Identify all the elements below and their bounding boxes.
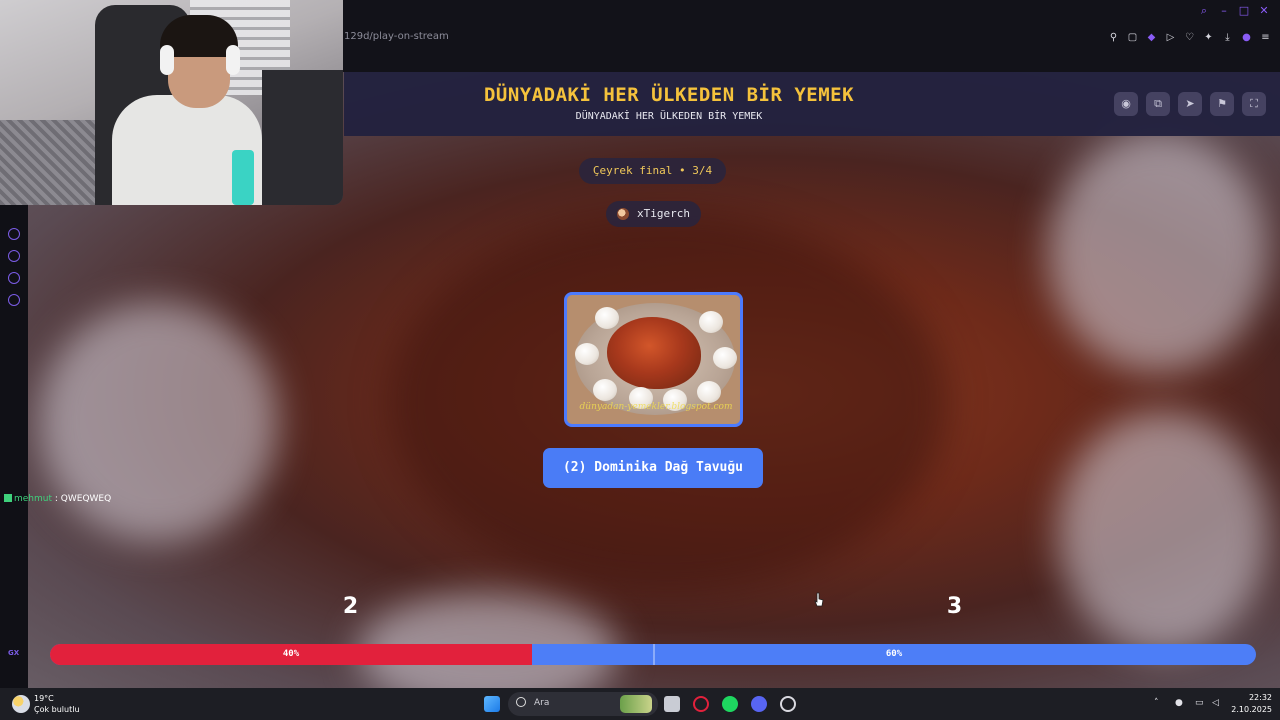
file-explorer-icon[interactable] [664, 696, 680, 712]
minimize-icon[interactable]: – [1218, 5, 1230, 17]
vote-bar-left: 40% [50, 644, 532, 665]
search-placeholder: Ara [534, 698, 550, 708]
eye-icon[interactable]: ◉ [1114, 92, 1138, 116]
close-icon[interactable]: ✕ [1258, 5, 1270, 17]
round-indicator: Çeyrek final • 3/4 [579, 158, 726, 184]
volume-icon[interactable]: ◁ [1212, 698, 1219, 708]
maximize-icon[interactable]: □ [1238, 5, 1250, 17]
history-icon[interactable] [8, 250, 20, 262]
browser-extensions: ⚲ ▢ ◆ ▷ ♡ ✦ ⤓ ● ≡ [1107, 31, 1272, 44]
headphones-icon [160, 45, 174, 75]
webcam-overlay [0, 0, 343, 205]
play-icon[interactable]: ▷ [1164, 31, 1177, 44]
rice-ball [699, 311, 723, 333]
send-icon[interactable]: ➤ [1178, 92, 1202, 116]
game-subtitle: DÜNYADAKİ HER ÜLKEDEN BİR YEMEK [575, 111, 763, 122]
microphone-icon[interactable]: ● [1175, 698, 1183, 708]
flag-icon[interactable]: ⚑ [1210, 92, 1234, 116]
settings-icon[interactable] [8, 294, 20, 306]
discord-icon[interactable] [751, 696, 767, 712]
game-title: DÜNYADAKİ HER ÜLKEDEN BİR YEMEK [483, 84, 855, 106]
vote-bar: 40% 60% [50, 644, 1256, 665]
gx-label[interactable]: GX [8, 649, 19, 657]
background-rice-blur [1058, 412, 1268, 652]
score-left: 2 [342, 594, 359, 619]
screenshot-icon[interactable]: ▢ [1126, 31, 1139, 44]
fullscreen-icon[interactable]: ⛶ [1242, 92, 1266, 116]
chat-text: QWEQWEQ [60, 494, 112, 504]
clock-date[interactable]: 2.10.2025 [1226, 705, 1272, 714]
heart-icon[interactable]: ♡ [1183, 31, 1196, 44]
background-rice-blur [1048, 132, 1268, 372]
weather-description[interactable]: Çok bulutlu [34, 705, 80, 714]
chat-separator: : [52, 494, 61, 504]
rice-ball [713, 347, 737, 369]
headphones-icon [226, 45, 240, 75]
answer-button[interactable]: (2) Dominika Dağ Tavuğu [543, 448, 763, 488]
rice-ball [575, 343, 599, 365]
search-icon [516, 697, 526, 707]
microphone [232, 150, 254, 205]
weather-temperature[interactable]: 19°C [34, 694, 54, 703]
taskbar-search[interactable]: Ara [508, 692, 658, 716]
score-right: 3 [946, 594, 963, 619]
shelf [262, 70, 343, 205]
address-bar[interactable]: 129d/play-on-stream [344, 31, 449, 42]
extensions-icon[interactable] [8, 272, 20, 284]
chat-username: mehmut [14, 494, 53, 504]
chicken-illustration [607, 317, 701, 389]
game-header: DÜNYADAKİ HER ÜLKEDEN BİR YEMEK DÜNYADAK… [344, 72, 1280, 136]
chat-badge-icon [4, 494, 12, 502]
search-highlight-icon [620, 695, 652, 713]
search-icon[interactable]: ⌕ [1198, 5, 1210, 17]
tray-chevron-icon[interactable]: ˄ [1154, 698, 1159, 708]
clock-time[interactable]: 22:32 [1232, 693, 1272, 702]
vote-bar-right: 60% [885, 649, 903, 659]
background-rice-blur [358, 592, 618, 688]
extensions-icon[interactable]: ✦ [1202, 31, 1215, 44]
mouse-cursor-icon [814, 592, 824, 607]
rice-ball [697, 381, 721, 403]
taskbar: 19°C Çok bulutlu Ara ˄ ● ▭ ◁ 22:32 2.10.… [0, 688, 1280, 720]
start-icon[interactable] [484, 696, 500, 712]
network-icon[interactable]: ▭ [1195, 698, 1204, 708]
profile-icon[interactable]: ● [1240, 31, 1253, 44]
background-rice-blur [38, 302, 278, 542]
bed [0, 120, 110, 205]
player-name: xTigerch [637, 207, 690, 220]
chat-message: mehmut : QWEQWEQ [4, 494, 111, 504]
menu-icon[interactable]: ≡ [1259, 31, 1272, 44]
window-controls: ⌕ – □ ✕ [1198, 5, 1270, 17]
player-icon[interactable] [8, 228, 20, 240]
spotify-icon[interactable] [722, 696, 738, 712]
avatar [617, 208, 629, 220]
app-icon[interactable] [780, 696, 796, 712]
rice-ball [593, 379, 617, 401]
shield-icon[interactable]: ◆ [1145, 31, 1158, 44]
image-watermark: dünyadan-yemekler.blogspot.com [579, 402, 733, 412]
food-image[interactable]: dünyadan-yemekler.blogspot.com [564, 292, 743, 427]
weather-icon[interactable] [12, 695, 30, 713]
share-icon[interactable]: ⧉ [1146, 92, 1170, 116]
screen: 129d/play-on-stream ⌕ – □ ✕ ⚲ ▢ ◆ ▷ ♡ ✦ … [0, 0, 1280, 720]
player-badge: xTigerch [606, 201, 701, 227]
rice-ball [595, 307, 619, 329]
opera-gx-icon[interactable] [693, 696, 709, 712]
download-icon[interactable]: ⤓ [1221, 31, 1234, 44]
pin-icon[interactable]: ⚲ [1107, 31, 1120, 44]
